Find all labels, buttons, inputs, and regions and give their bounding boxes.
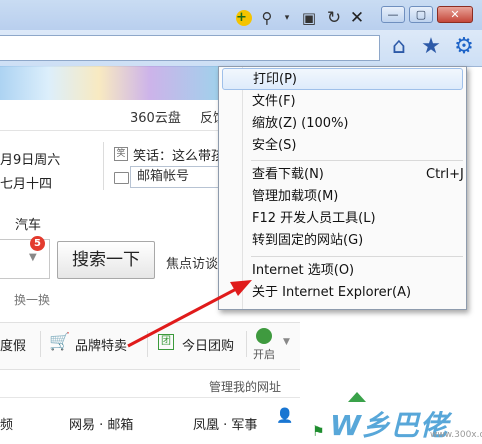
arrow-head [230,280,252,296]
arrow-shaft [127,285,241,348]
annotation-arrow [127,280,252,348]
